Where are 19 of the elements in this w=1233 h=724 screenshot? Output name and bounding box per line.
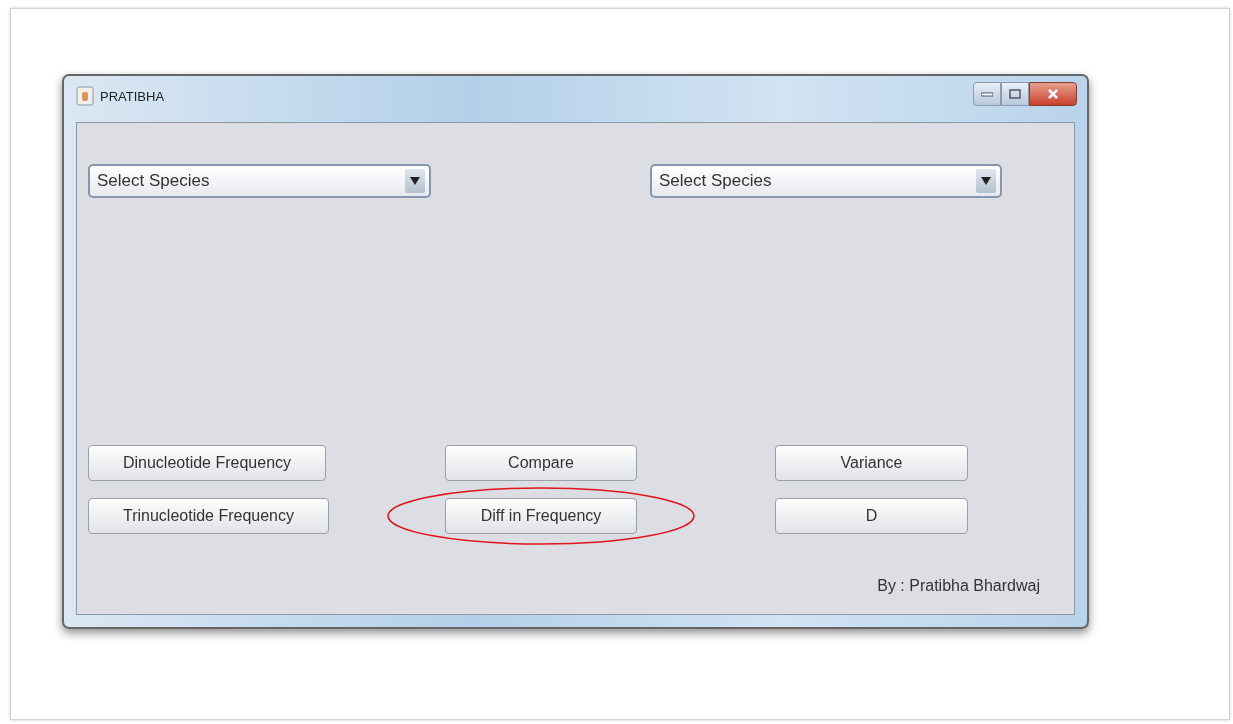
window-title: PRATIBHA	[100, 88, 165, 106]
action-button[interactable]: Diff in Frequency	[445, 498, 637, 534]
author-credit: By : Pratibha Bhardwaj	[877, 576, 1040, 596]
action-button[interactable]: Dinucleotide Frequency	[88, 445, 326, 481]
action-button[interactable]: Trinucleotide Frequency	[88, 498, 329, 534]
species-dropdown[interactable]: Select Species	[88, 164, 431, 198]
close-icon	[1047, 88, 1059, 100]
action-button[interactable]: D	[775, 498, 968, 534]
close-button[interactable]	[1029, 82, 1077, 106]
minimize-button[interactable]	[973, 82, 1001, 106]
maximize-button[interactable]	[1001, 82, 1029, 106]
dropdown-caret-icon	[981, 177, 991, 185]
minimize-icon	[981, 91, 993, 97]
maximize-icon	[1009, 89, 1021, 99]
action-button[interactable]: Compare	[445, 445, 637, 481]
species-dropdown[interactable]: Select Species	[650, 164, 1002, 198]
app-icon	[76, 86, 94, 106]
dropdown-caret-icon	[410, 177, 420, 185]
action-button[interactable]: Variance	[775, 445, 968, 481]
